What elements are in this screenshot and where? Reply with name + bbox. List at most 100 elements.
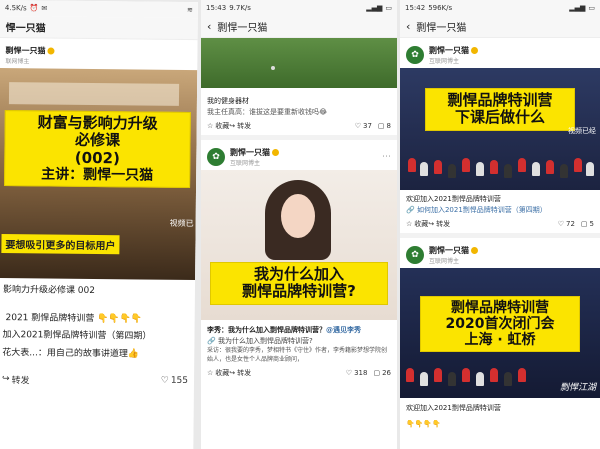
author-subtitle: 互联网博主 [230, 160, 261, 167]
post-card[interactable]: 我的健身器材 我主任真高：谁拔这是要重新收钱吗😂 ☆ 收藏 ↪ 转发 ♡ 37 ▢ 8 [201, 88, 397, 135]
source-mention[interactable]: @遇见李秀 [326, 326, 361, 334]
video-title-banner: 剽悍品牌特训营 下课后做什么 [425, 88, 575, 131]
comment-icon: ▢ [377, 122, 385, 130]
author-row[interactable]: ✿ 剽悍一只猫 互联网博主 ⋯ [207, 144, 391, 170]
comment-button[interactable]: ▢ 5 [581, 220, 594, 228]
forward-label: 转发 [436, 219, 451, 228]
heart-icon: ♡ [557, 219, 564, 228]
post-text-2: 我主任真高：谁拔这是要重新收钱吗😂 [207, 107, 328, 116]
post-caption-line: 2021 剽悍品牌特训营 👇👇👇👇 [3, 312, 189, 327]
avatar[interactable]: ✿ [406, 245, 424, 264]
comment-icon: ▢ [373, 368, 381, 377]
video-title-banner: 我为什么加入 剽悍品牌特训营? [210, 262, 388, 305]
video-thumbnail[interactable]: 剽悍品牌特训营 下课后做什么 视频已经 [400, 68, 600, 190]
page-title: 剽悍一只猫 [217, 23, 268, 34]
like-button[interactable]: ♡ 318 [346, 369, 368, 377]
post-image[interactable] [201, 38, 397, 88]
author-row[interactable]: ✿ 剽悍一只猫 互联网博主 [406, 42, 594, 68]
action-bar: ↪ 转发 ♡ 155 [2, 370, 188, 390]
status-bar: 15:42 596K/s ▂▄▆ ▭ [400, 0, 600, 16]
comment-count: 5 [589, 219, 594, 228]
banner-line: 必修课 [74, 131, 121, 150]
video-subtitle: 要想吸引更多的目标用户 [1, 234, 120, 255]
forward-icon: ↪ [428, 219, 435, 228]
forward-button[interactable]: ↪ 转发 [2, 373, 30, 386]
verified-badge-icon [47, 47, 55, 55]
like-button[interactable]: ♡ 72 [558, 220, 575, 228]
post-caption-line: 花大表...：用自己的故事讲道理👍 [2, 347, 140, 359]
like-count: 155 [170, 375, 189, 386]
collect-button[interactable]: ☆ 收藏 [207, 368, 229, 378]
battery-icon: ▭ [588, 4, 595, 12]
back-arrow-icon[interactable]: ‹ [406, 20, 410, 33]
more-menu-icon[interactable]: ⋯ [382, 152, 391, 162]
video-watermark: 视频已 [169, 218, 194, 229]
heart-icon: ♡ [354, 122, 361, 130]
alarm-icon: ⏰ [29, 4, 39, 13]
ceiling-light [8, 82, 180, 106]
post-link-text: 我为什么加入剽悍品牌特训营? [217, 336, 313, 345]
post-text: 我的健身器材 [207, 97, 249, 105]
post-card[interactable]: ✿ 剽悍一只猫 互联网博主 剽悍品牌特训营 2020首次闭门会 上海 · 虹桥 … [400, 238, 600, 430]
caption-text: 2021 剽悍品牌特训营 [2, 312, 95, 324]
like-count: 37 [362, 122, 372, 130]
like-button[interactable]: ♡ 37 [355, 122, 372, 130]
post-card[interactable]: ✿ 剽悍一只猫 互联网博主 剽悍品牌特训营 下课后做什么 视频已经 欢迎加入20… [400, 38, 600, 233]
author-subtitle: 互联网博主 [429, 58, 460, 65]
like-button[interactable]: ♡ 155 [161, 376, 188, 386]
author-name: 剽悍一只猫 [429, 245, 469, 255]
comment-icon: ▢ [580, 219, 588, 228]
post-card[interactable]: 剽悍一只猫 联网博主 财富与影响力升级 必修课 (002) 主讲：剽悍一只猫 视… [0, 38, 198, 390]
forward-button[interactable]: ↪ 转发 [229, 121, 251, 131]
post-link[interactable]: 加入2021剽悍品牌特训营（第四期） [2, 329, 188, 344]
banner-line: 上海 · 虹桥 [464, 331, 536, 348]
forward-button[interactable]: ↪ 转发 [229, 368, 251, 378]
video-thumbnail[interactable]: 我为什么加入 剽悍品牌特训营? [201, 170, 397, 320]
collect-label: 收藏 [215, 122, 230, 130]
video-title-banner: 剽悍品牌特训营 2020首次闭门会 上海 · 虹桥 [420, 295, 580, 352]
author-name: 剽悍一只猫 [230, 148, 270, 157]
verified-badge-icon [471, 246, 478, 254]
signal-icon: ▂▄▆ [569, 4, 586, 12]
collect-button[interactable]: ☆ 收藏 [207, 121, 229, 131]
banner-line: 主讲：剽悍一只猫 [41, 166, 154, 184]
page-title: 剽悍一只猫 [416, 23, 467, 34]
video-thumbnail[interactable]: 剽悍品牌特训营 2020首次闭门会 上海 · 虹桥 剽悍江湖 [400, 267, 600, 398]
video-watermark: 视频已经 [568, 127, 596, 135]
forward-label: 转发 [11, 375, 30, 386]
comment-button[interactable]: ▢ 8 [378, 122, 391, 130]
video-thumbnail[interactable]: 财富与影响力升级 必修课 (002) 主讲：剽悍一只猫 视频已 要想吸引更多的目… [0, 67, 198, 281]
verified-badge-icon [471, 47, 478, 54]
forward-label: 转发 [237, 368, 252, 377]
post-caption: 欢迎加入2021剽悍品牌特训营 [406, 195, 501, 203]
comment-button[interactable]: ▢ 26 [373, 369, 391, 377]
pointing-down-emoji: 👇👇👇👇 [406, 420, 441, 428]
back-arrow-icon[interactable]: ‹ [207, 20, 211, 33]
collect-button[interactable]: ☆ 收藏 [406, 219, 428, 229]
nav-bar: ‹ 剽悍一只猫 [400, 16, 600, 38]
author-name: 剽悍一只猫 [429, 46, 469, 55]
author-row[interactable]: 剽悍一只猫 联网博主 [5, 42, 191, 70]
banner-line: 剽悍品牌特训营? [242, 282, 356, 301]
forward-button[interactable]: ↪ 转发 [428, 219, 450, 229]
banner-line: 剽悍品牌特训营 [447, 91, 553, 109]
banner-line: 剽悍品牌特训营 [451, 299, 549, 316]
post-link[interactable]: 🔗 如何加入2021剽悍品牌特训营（第四期） [406, 205, 594, 215]
avatar[interactable]: ✿ [406, 46, 424, 64]
author-row[interactable]: ✿ 剽悍一只猫 互联网博主 [406, 242, 594, 268]
page-title: 悍一只猫 [5, 23, 46, 35]
heart-icon: ♡ [160, 375, 169, 386]
comment-count: 8 [386, 122, 391, 130]
post-link[interactable]: 🔗 我为什么加入剽悍品牌特训营? [207, 336, 391, 346]
message-icon: ✉ [41, 4, 48, 13]
post-body: 采访：很我要的李秀，梦相特书《守住》作者，李秀籍影梦想学院创始人，也是女性个人品… [207, 346, 388, 363]
pointing-down-emoji: 👇👇👇👇 [97, 313, 143, 325]
post-caption: 影响力升级必修课 002 [2, 285, 96, 297]
post-card[interactable]: ✿ 剽悍一只猫 互联网博主 ⋯ 我为什么加入 剽悍品牌特训营? 李秀：我为什么加… [201, 140, 397, 382]
forward-label: 转发 [237, 122, 252, 130]
comment-count: 26 [382, 368, 391, 377]
avatar[interactable]: ✿ [207, 148, 225, 166]
banner-line: 2020首次闭门会 [445, 315, 555, 332]
video-title: 李秀：我为什么加入剽悍品牌特训营？@遇见李秀 [207, 325, 391, 336]
clock: 15:42 [405, 4, 426, 12]
